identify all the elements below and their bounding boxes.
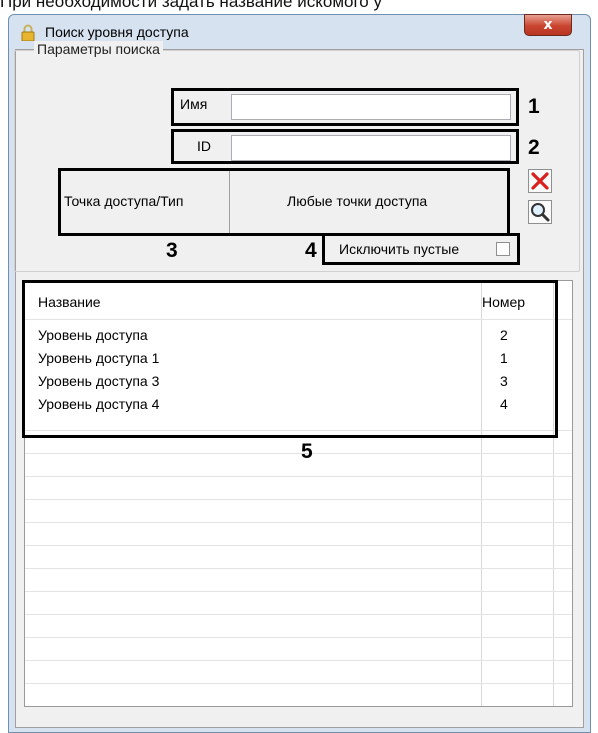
lock-icon <box>21 24 35 41</box>
cell-divider <box>229 171 230 233</box>
highlight-box-5 <box>22 280 558 438</box>
access-point-label: Точка доступа/Тип <box>64 193 184 209</box>
search-params-group-label: Параметры поиска <box>34 41 163 57</box>
exclude-empty-checkbox[interactable] <box>496 242 510 256</box>
page-caption: При необходимости задать название искомо… <box>0 0 382 11</box>
exclude-empty-label: Исключить пустые <box>339 241 460 257</box>
access-point-value[interactable]: Любые точки доступа <box>287 193 427 209</box>
callout-2: 2 <box>528 136 540 159</box>
search-icon[interactable] <box>528 200 552 224</box>
callout-3: 3 <box>166 239 178 262</box>
highlight-box-1 <box>171 88 519 126</box>
close-button[interactable]: x <box>524 14 572 36</box>
callout-1: 1 <box>528 95 540 118</box>
window-title: Поиск уровня доступа <box>45 24 189 40</box>
callout-5: 5 <box>301 440 313 463</box>
callout-4: 4 <box>305 239 317 262</box>
highlight-box-2 <box>171 129 519 164</box>
clear-icon[interactable] <box>528 169 552 193</box>
